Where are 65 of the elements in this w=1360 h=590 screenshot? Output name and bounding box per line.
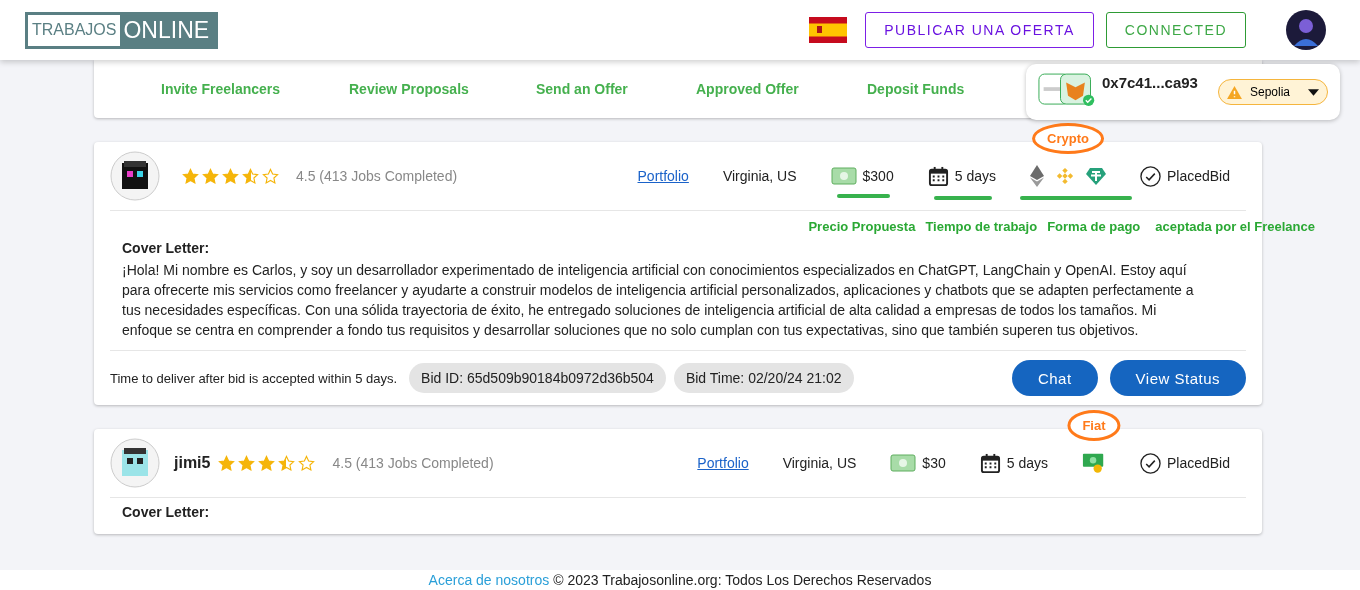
- location-text: Virginia, US: [782, 455, 857, 471]
- step-link[interactable]: Approved Offer: [696, 81, 867, 97]
- annotation-text: Precio Propuesta: [808, 219, 916, 234]
- copyright-text: © 2023 Trabajosonline.org: Todos Los Derechos Reservados: [553, 572, 932, 588]
- calendar-icon: [979, 452, 1001, 474]
- star-icon: [278, 454, 296, 472]
- duration-text: 5 days: [1006, 455, 1048, 471]
- tether-icon: [1085, 167, 1106, 185]
- highlight-underline: [933, 195, 992, 200]
- delivery-text: Time to deliver after bid is accepted within 5 days.: [110, 370, 398, 386]
- step-link[interactable]: Invite Freelancers: [161, 81, 349, 97]
- post-offer-button[interactable]: PUBLICAR UNA OFERTA: [865, 12, 1094, 48]
- check-circle-icon: [1139, 452, 1161, 474]
- status-label: PlacedBid: [1166, 168, 1230, 184]
- star-icon: [182, 167, 199, 185]
- avatar-icon[interactable]: [1286, 10, 1326, 50]
- annotation-text: Forma de pago: [1047, 219, 1141, 234]
- logo[interactable]: TRABAJOS ONLINE: [25, 11, 219, 49]
- duration-text: 5 days: [954, 168, 996, 184]
- freelancer-name: jimi5: [174, 454, 211, 472]
- caret-icon: [1308, 88, 1319, 96]
- bid-id-chip: Bid ID: 65d509b90184b0972d36b504: [409, 363, 666, 393]
- warning-icon: [1227, 85, 1242, 99]
- location-text: Virginia, US: [722, 168, 797, 184]
- check-circle-icon: [1139, 165, 1161, 187]
- spain-flag-icon[interactable]: [809, 17, 848, 43]
- star-icon: [222, 167, 239, 185]
- payment-note: Crypto: [1032, 123, 1104, 154]
- cover-letter-title: Cover Letter:: [122, 504, 211, 520]
- connected-button[interactable]: CONNECTED: [1105, 12, 1246, 48]
- annotation-text: Tiempo de trabajo: [925, 219, 1038, 234]
- calendar-icon: [927, 165, 949, 187]
- step-link[interactable]: Send an Offer: [536, 81, 696, 97]
- portfolio-link[interactable]: Portfolio: [697, 455, 749, 471]
- payment-note: Fiat: [1067, 410, 1121, 441]
- money-icon: [830, 167, 857, 185]
- ethereum-icon: [1029, 165, 1044, 187]
- cash-coin-icon: [1081, 452, 1106, 474]
- star-icon: [258, 454, 276, 472]
- wallet-address: 0x7c41...ca93: [1102, 74, 1198, 91]
- cover-letter-text: ¡Hola! Mi nombre es Carlos, y soy un desarrollador experimentado de inteligencia artificial con conocimientos especializados en ChatGPT, LangChain y OpenAI. Estoy aquí para ofrecerte mis servicios como freelancer y ayudarte a construir modelos de inteligencia artificial personalizados, aplicaciones y chatbots que se adapten perfectamente a tus necesidades específicas. Con una sólida trayectoria de éxito, he entregado soluciones de inteligencia artificial de alta calidad a empresas de todos los tamaños. Mi enfoque se centra en comprender a fondo tus requisitos y desarrollar soluciones que no solo cumplan con tus expectativas, sino que también superen tus objetivos.: [122, 261, 1195, 340]
- rating-text: 4.5 (413 Jobs Completed): [332, 455, 494, 471]
- portfolio-link[interactable]: Portfolio: [637, 168, 689, 184]
- rating-text: 4.5 (413 Jobs Completed): [296, 168, 458, 184]
- bid-time-chip: Bid Time: 02/20/24 21:02: [673, 363, 854, 393]
- step-link[interactable]: Review Proposals: [349, 81, 536, 97]
- star-icon: [218, 454, 236, 472]
- logo-text: ONLINE: [122, 16, 211, 44]
- star-icon: [242, 167, 259, 185]
- status-label: PlacedBid: [1166, 455, 1230, 471]
- logo-text: TRABAJOS: [28, 14, 121, 46]
- star-icon: [262, 167, 279, 185]
- star-icon: [238, 454, 256, 472]
- network-dropdown[interactable]: Sepolia: [1218, 79, 1328, 105]
- action-button[interactable]: View Status: [1109, 360, 1246, 396]
- annotation-text: aceptada por el Freelance: [1155, 219, 1315, 234]
- price-text: $30: [922, 455, 946, 471]
- star-icon: [202, 167, 219, 185]
- bnb-icon: [1055, 167, 1074, 185]
- money-icon: [890, 454, 917, 472]
- action-button[interactable]: Chat: [1011, 360, 1098, 396]
- about-link[interactable]: Acerca de nosotros: [428, 572, 550, 588]
- price-text: $300: [862, 168, 894, 184]
- star-icon: [298, 454, 316, 472]
- cover-letter-title: Cover Letter:: [122, 240, 211, 256]
